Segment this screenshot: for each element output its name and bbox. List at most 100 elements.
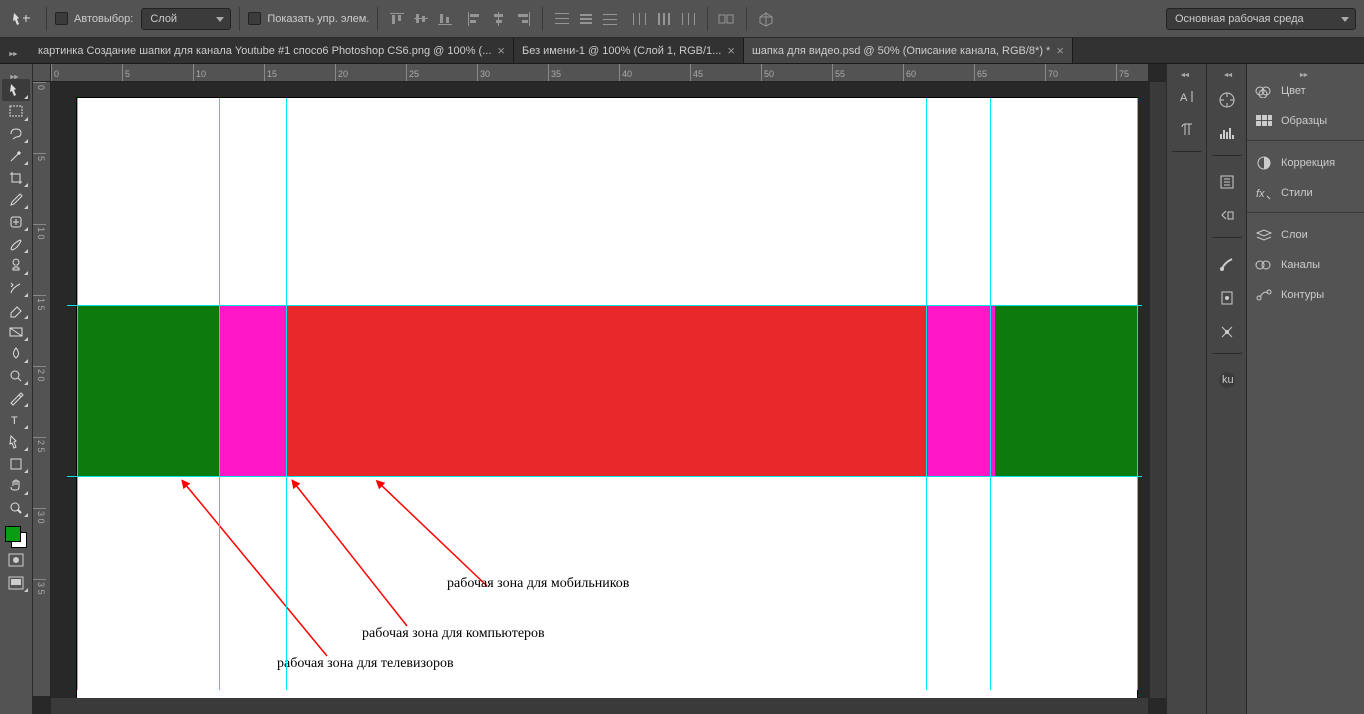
auto-align-button[interactable]: [716, 8, 738, 30]
align-group-2: [464, 8, 534, 30]
marquee-tool[interactable]: [2, 101, 30, 123]
svg-text:A: A: [1180, 92, 1188, 104]
zoom-tool[interactable]: [2, 497, 30, 519]
align-top-edges-button[interactable]: [386, 8, 408, 30]
pen-tool[interactable]: [2, 387, 30, 409]
document-tab-0[interactable]: картинка Создание шапки для канала Youtu…: [30, 38, 514, 63]
color-panel-button[interactable]: Цвет: [1247, 76, 1364, 106]
vertical-guide[interactable]: [77, 98, 78, 690]
close-icon[interactable]: ×: [497, 43, 505, 58]
dist-vcenter-button[interactable]: [575, 8, 597, 30]
history-panel-icon[interactable]: [1211, 168, 1243, 196]
lasso-tool[interactable]: [2, 123, 30, 145]
adjustments-panel-button[interactable]: Коррекция: [1247, 148, 1364, 178]
type-tool[interactable]: T: [2, 409, 30, 431]
toolbar-expand-icon[interactable]: [0, 38, 30, 63]
brush-tool[interactable]: [2, 233, 30, 255]
clone-source-icon[interactable]: [1211, 318, 1243, 354]
document-tab-2[interactable]: шапка для видео.psd @ 50% (Описание кана…: [744, 38, 1073, 63]
separator: [746, 7, 747, 31]
path-select-tool[interactable]: [2, 431, 30, 453]
show-transform-controls-checkbox[interactable]: Показать упр. элем.: [248, 12, 369, 25]
canvas-area[interactable]: 051015202530354045505560657075 051 01 52…: [33, 64, 1166, 714]
wand-tool[interactable]: [2, 145, 30, 167]
paragraph-panel-icon[interactable]: [1171, 116, 1203, 152]
horizontal-ruler[interactable]: 051015202530354045505560657075: [51, 64, 1148, 82]
layers-label: Слои: [1281, 229, 1308, 241]
vertical-guide[interactable]: [219, 98, 220, 690]
stamp-tool[interactable]: [2, 255, 30, 277]
heal-tool[interactable]: [2, 211, 30, 233]
crop-tool[interactable]: [2, 167, 30, 189]
channels-panel-button[interactable]: Каналы: [1247, 250, 1364, 280]
close-icon[interactable]: ×: [1056, 43, 1064, 58]
brush-panel-icon[interactable]: [1211, 284, 1243, 312]
align-vcenter-button[interactable]: [410, 8, 432, 30]
quickmask-button[interactable]: [2, 549, 30, 571]
tab-title: картинка Создание шапки для канала Youtu…: [38, 45, 491, 57]
navigator-panel-icon[interactable]: [1211, 86, 1243, 114]
layers-panel-button[interactable]: Слои: [1247, 220, 1364, 250]
vertical-scrollbar[interactable]: [1150, 82, 1166, 698]
shape-tool[interactable]: [2, 453, 30, 475]
tools-collapse-icon[interactable]: [0, 68, 32, 78]
blur-tool[interactable]: [2, 343, 30, 365]
horizontal-guide[interactable]: [67, 305, 1142, 306]
align-hcenter-button[interactable]: [488, 8, 510, 30]
dodge-tool[interactable]: [2, 365, 30, 387]
horizontal-scrollbar[interactable]: [51, 698, 1148, 714]
tools-panel: T: [0, 64, 33, 714]
3d-mode-button[interactable]: [755, 8, 777, 30]
strip2-collapse-icon[interactable]: [1223, 68, 1231, 80]
panels-collapse-icon[interactable]: [1247, 68, 1364, 76]
ruler-origin[interactable]: [33, 64, 51, 82]
show-controls-label: Показать упр. элем.: [267, 13, 369, 25]
vertical-guide[interactable]: [286, 98, 287, 690]
close-icon[interactable]: ×: [727, 43, 735, 58]
styles-label: Стили: [1281, 187, 1313, 199]
workspace-value: Основная рабочая среда: [1175, 13, 1304, 25]
horizontal-guide[interactable]: [67, 476, 1142, 477]
gradient-tool[interactable]: [2, 321, 30, 343]
move-tool[interactable]: [2, 79, 30, 101]
dist-right-button[interactable]: [677, 8, 699, 30]
document-tab-1[interactable]: Без имени-1 @ 100% (Слой 1, RGB/1...×: [514, 38, 744, 63]
swatches-panel-button[interactable]: Образцы: [1247, 106, 1364, 136]
auto-select-checkbox[interactable]: Автовыбор:: [55, 12, 133, 25]
vertical-guide[interactable]: [1137, 98, 1138, 690]
align-right-edges-button[interactable]: [512, 8, 534, 30]
dist-left-button[interactable]: [629, 8, 651, 30]
align-left-edges-button[interactable]: [464, 8, 486, 30]
paths-label: Контуры: [1281, 289, 1324, 301]
align-bottom-edges-button[interactable]: [434, 8, 456, 30]
panels-column: Цвет Образцы Коррекция fx Стили Слои Кана…: [1246, 64, 1364, 714]
paths-panel-button[interactable]: Контуры: [1247, 280, 1364, 310]
dist-bottom-button[interactable]: [599, 8, 621, 30]
eraser-tool[interactable]: [2, 299, 30, 321]
foreground-background-color[interactable]: [5, 526, 27, 548]
eyedropper-tool[interactable]: [2, 189, 30, 211]
channels-icon: [1255, 257, 1273, 273]
styles-icon: fx: [1255, 185, 1273, 201]
color-label: Цвет: [1281, 85, 1306, 97]
auto-select-mode-dropdown[interactable]: Слой: [141, 8, 231, 30]
dist-top-button[interactable]: [551, 8, 573, 30]
histogram-panel-icon[interactable]: [1211, 120, 1243, 156]
actions-panel-icon[interactable]: [1211, 202, 1243, 238]
dist-hcenter-button[interactable]: [653, 8, 675, 30]
color-zones-row: [77, 305, 1137, 476]
brush-presets-icon[interactable]: [1211, 250, 1243, 278]
collapsed-panel-strip-2: ku: [1206, 64, 1246, 714]
hand-tool[interactable]: [2, 475, 30, 497]
character-panel-icon[interactable]: A: [1171, 82, 1203, 110]
styles-panel-button[interactable]: fx Стили: [1247, 178, 1364, 208]
history-brush-tool[interactable]: [2, 277, 30, 299]
vertical-guide[interactable]: [926, 98, 927, 690]
workspace-dropdown[interactable]: Основная рабочая среда: [1166, 8, 1356, 30]
vertical-ruler[interactable]: 051 01 52 02 53 03 5: [33, 82, 51, 696]
vertical-guide[interactable]: [990, 98, 991, 690]
kuler-panel-icon[interactable]: ku: [1211, 366, 1243, 394]
document-canvas[interactable]: рабочая зона для мобильников рабочая зон…: [77, 98, 1137, 698]
screenmode-button[interactable]: [2, 572, 30, 594]
strip1-collapse-icon[interactable]: [1167, 68, 1206, 76]
